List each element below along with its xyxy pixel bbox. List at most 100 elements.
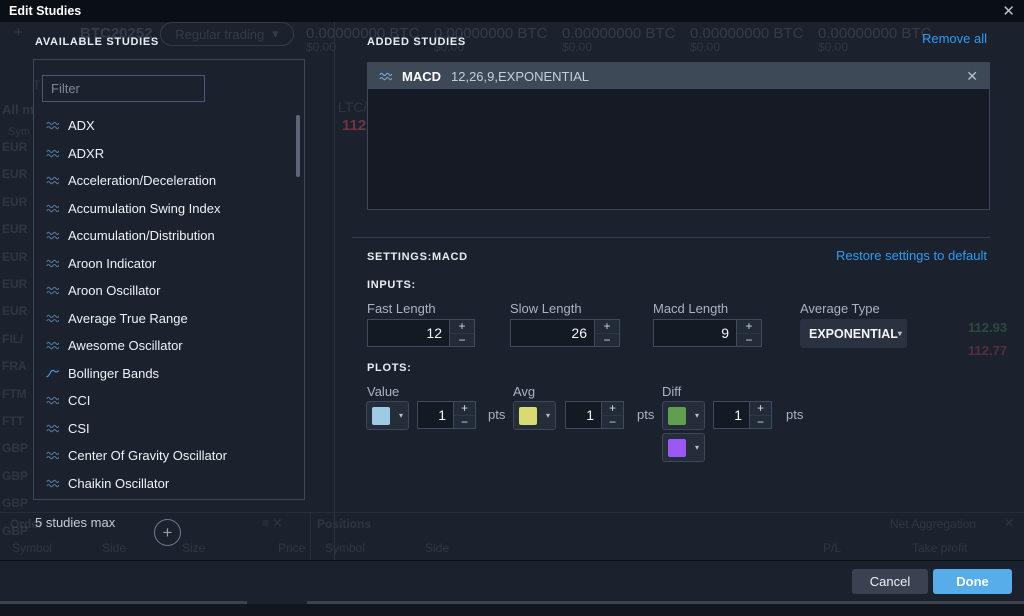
- value-width[interactable]: 1: [418, 402, 453, 428]
- increment-button[interactable]: +: [595, 320, 619, 334]
- study-item[interactable]: Chaikin Oscillator: [34, 470, 294, 498]
- macd-length-stepper: +−: [736, 320, 761, 346]
- caret-down-icon: ▾: [546, 411, 550, 420]
- study-label: Average True Range: [68, 311, 188, 326]
- study-item[interactable]: Accumulation/Distribution: [34, 222, 294, 250]
- macd-length-input[interactable]: 9 +−: [653, 319, 762, 347]
- wave-icon: [379, 71, 392, 82]
- study-label: Accumulation/Distribution: [68, 228, 215, 243]
- study-item[interactable]: Bollinger Bands: [34, 360, 294, 388]
- decrement-button[interactable]: −: [602, 416, 623, 429]
- study-item[interactable]: Acceleration/Deceleration: [34, 167, 294, 195]
- remove-all-link[interactable]: Remove all: [922, 31, 987, 46]
- added-study-params: 12,26,9,EXPONENTIAL: [451, 69, 589, 84]
- plot-avg-label: Avg: [513, 384, 535, 399]
- decrement-button[interactable]: −: [454, 416, 475, 429]
- study-item[interactable]: Awesome Oscillator: [34, 332, 294, 360]
- added-studies-panel: MACD 12,26,9,EXPONENTIAL ✕: [367, 62, 990, 210]
- study-label: CSI: [68, 421, 90, 436]
- study-item[interactable]: ADX: [34, 112, 294, 140]
- value-width-input[interactable]: 1 +−: [417, 401, 476, 429]
- decrement-button[interactable]: −: [595, 334, 619, 347]
- study-item[interactable]: ADXR: [34, 140, 294, 168]
- fast-length-value[interactable]: 12: [368, 320, 449, 346]
- value-color-select[interactable]: ▾: [366, 401, 409, 430]
- diff2-color-swatch: [668, 439, 686, 457]
- study-label: Awesome Oscillator: [68, 338, 183, 353]
- footer-divider: [0, 560, 1024, 561]
- wave-icon: [46, 423, 59, 434]
- diff-width-input[interactable]: 1 +−: [713, 401, 772, 429]
- slow-length-value[interactable]: 26: [511, 320, 594, 346]
- caret-down-icon: ▾: [695, 411, 699, 420]
- dialog-close-icon[interactable]: ✕: [1002, 4, 1015, 19]
- increment-button[interactable]: +: [602, 402, 623, 416]
- settings-heading: SETTINGS:MACD: [367, 251, 468, 263]
- study-label: CCI: [68, 393, 90, 408]
- decrement-button[interactable]: −: [750, 416, 771, 429]
- fast-length-label: Fast Length: [367, 301, 436, 316]
- diff-width-stepper: +−: [749, 402, 771, 428]
- study-item[interactable]: CCI: [34, 387, 294, 415]
- added-study-row[interactable]: MACD 12,26,9,EXPONENTIAL ✕: [368, 63, 989, 89]
- study-label: Aroon Indicator: [68, 256, 156, 271]
- decrement-button[interactable]: −: [450, 334, 474, 347]
- avg-width[interactable]: 1: [566, 402, 601, 428]
- wave-icon: [46, 230, 59, 241]
- diff-unit: pts: [786, 407, 803, 422]
- slow-length-stepper: +−: [594, 320, 619, 346]
- wave-icon: [46, 340, 59, 351]
- study-item[interactable]: Aroon Indicator: [34, 250, 294, 278]
- cancel-button[interactable]: Cancel: [852, 569, 928, 594]
- edit-studies-modal: + BTC20252 Regular trading ▾ All m T Sym…: [0, 0, 1024, 616]
- study-item[interactable]: Average True Range: [34, 305, 294, 333]
- done-button[interactable]: Done: [933, 569, 1012, 594]
- study-item[interactable]: Accumulation Swing Index: [34, 195, 294, 223]
- slow-length-input[interactable]: 26 +−: [510, 319, 620, 347]
- avg-unit: pts: [637, 407, 654, 422]
- dialog-titlebar: Edit Studies ✕: [0, 0, 1024, 22]
- study-label: Acceleration/Deceleration: [68, 173, 216, 188]
- increment-button[interactable]: +: [737, 320, 761, 334]
- remove-study-icon[interactable]: ✕: [966, 69, 978, 83]
- plots-heading: PLOTS:: [367, 362, 412, 374]
- wave-icon: [46, 148, 59, 159]
- study-label: ADX: [68, 118, 95, 133]
- macd-length-value[interactable]: 9: [654, 320, 736, 346]
- increment-button[interactable]: +: [750, 402, 771, 416]
- filter-input[interactable]: [42, 75, 205, 102]
- wave-icon: [46, 450, 59, 461]
- avg-color-select[interactable]: ▾: [513, 401, 556, 430]
- wave-icon: [46, 203, 59, 214]
- add-study-button[interactable]: +: [154, 519, 181, 546]
- diff-color-select[interactable]: ▾: [662, 401, 705, 430]
- restore-defaults-link[interactable]: Restore settings to default: [836, 248, 987, 263]
- increment-button[interactable]: +: [450, 320, 474, 334]
- study-item[interactable]: CSI: [34, 415, 294, 443]
- wave-icon: [46, 395, 59, 406]
- panel-separator: [334, 22, 335, 561]
- list-scrollbar-thumb[interactable]: [296, 115, 300, 177]
- added-study-name: MACD: [402, 69, 441, 84]
- study-label: Accumulation Swing Index: [68, 201, 220, 216]
- fast-length-input[interactable]: 12 +−: [367, 319, 475, 347]
- avg-width-input[interactable]: 1 +−: [565, 401, 624, 429]
- caret-down-icon: ▾: [898, 329, 902, 338]
- study-label: Center Of Gravity Oscillator: [68, 448, 227, 463]
- average-type-label: Average Type: [800, 301, 880, 316]
- increment-button[interactable]: +: [454, 402, 475, 416]
- wave-icon: [46, 120, 59, 131]
- added-studies-heading: ADDED STUDIES: [367, 36, 466, 48]
- average-type-dropdown[interactable]: EXPONENTIAL ▾: [800, 319, 907, 348]
- study-label: Chaikin Oscillator: [68, 476, 169, 491]
- diff2-color-select[interactable]: ▾: [662, 433, 705, 462]
- plot-diff-label: Diff: [662, 384, 681, 399]
- study-item[interactable]: Aroon Oscillator: [34, 277, 294, 305]
- value-color-swatch: [372, 407, 390, 425]
- diff-width[interactable]: 1: [714, 402, 749, 428]
- study-item[interactable]: Center Of Gravity Oscillator: [34, 442, 294, 470]
- dialog-title: Edit Studies: [9, 4, 81, 18]
- wave-icon: [46, 258, 59, 269]
- section-divider: [352, 237, 990, 238]
- decrement-button[interactable]: −: [737, 334, 761, 347]
